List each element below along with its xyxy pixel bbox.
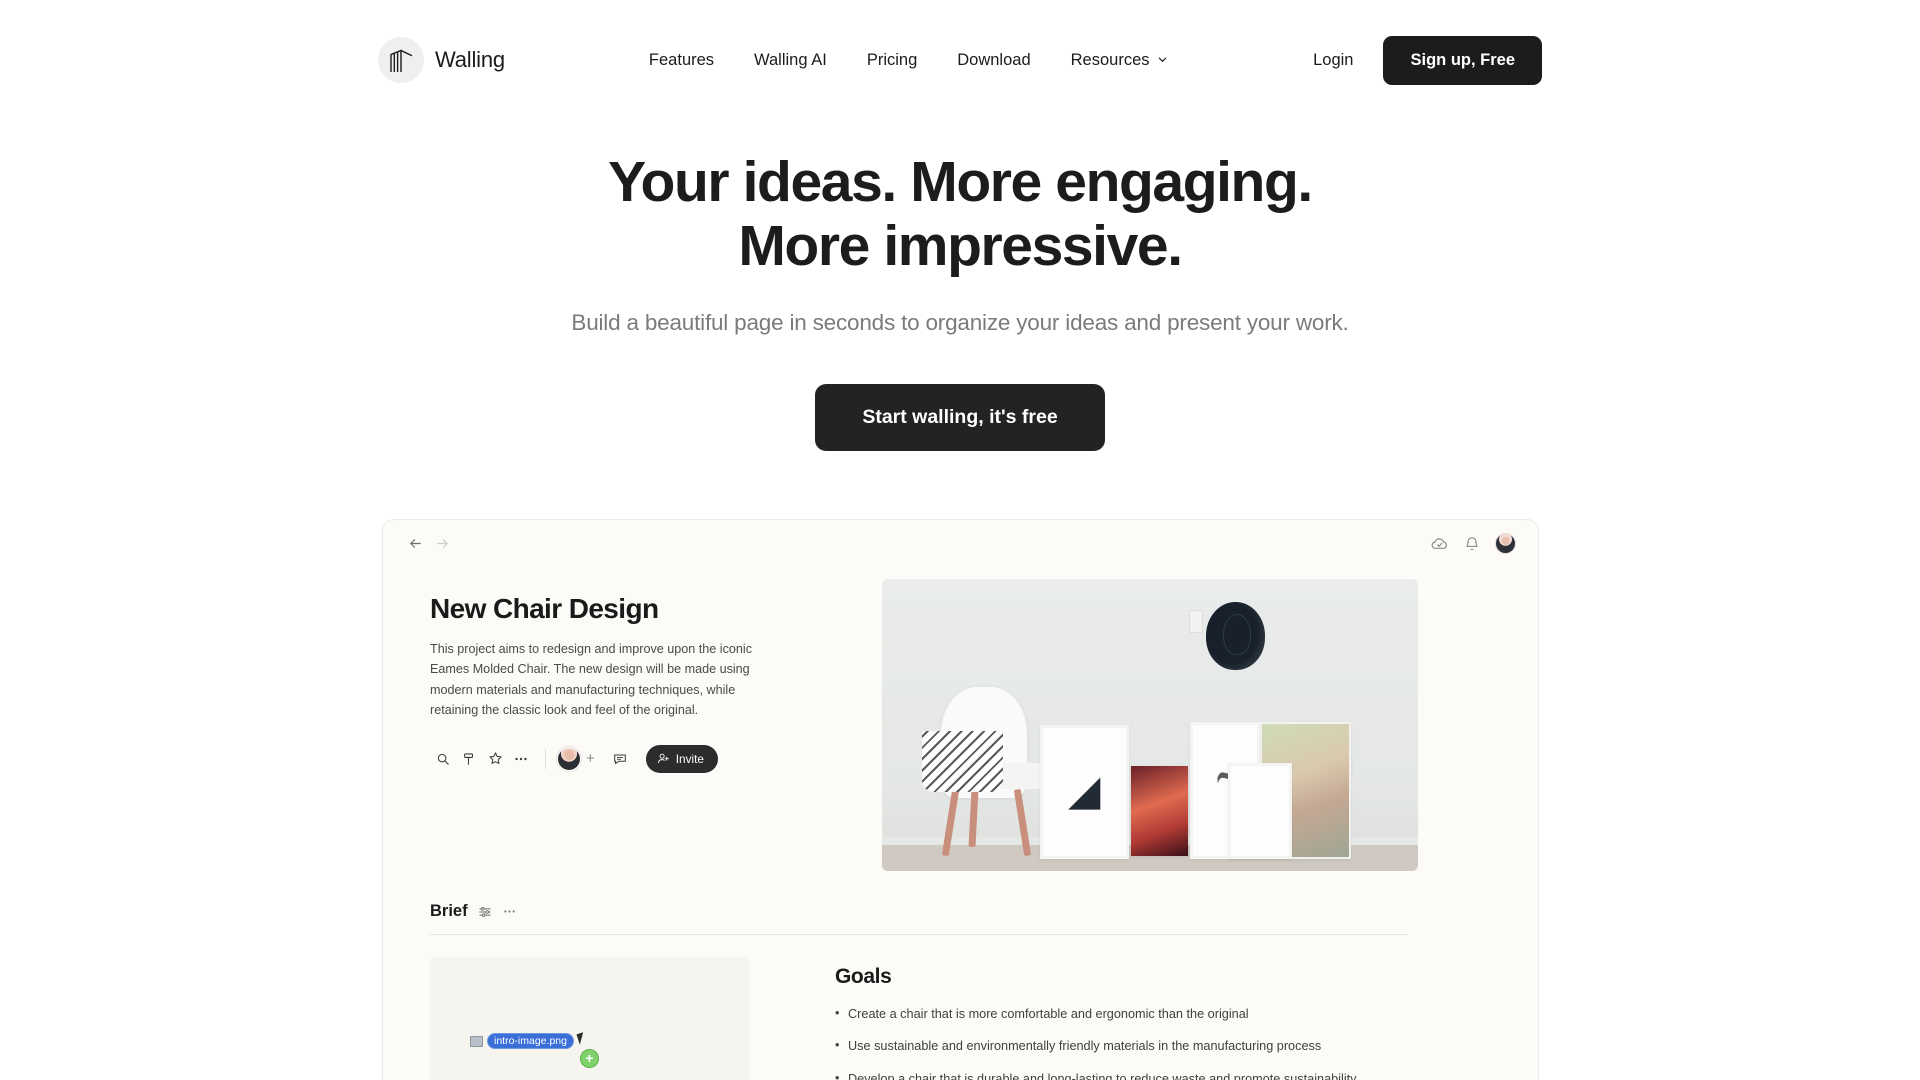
star-icon[interactable] [482, 746, 508, 772]
arrow-right-icon[interactable] [435, 536, 450, 551]
invite-button[interactable]: Invite [645, 744, 718, 773]
comment-bubble-icon[interactable] [607, 746, 633, 772]
chevron-down-icon [1157, 54, 1168, 65]
sliders-icon[interactable] [478, 905, 492, 919]
image-drop-zone[interactable]: intro-image.png + [430, 957, 750, 1080]
project-toolbar: + Invite [430, 744, 802, 773]
start-walling-button[interactable]: Start walling, it's free [815, 383, 1105, 451]
nav-actions: Login Sign up, Free [1291, 35, 1542, 85]
nav-links: Features Walling AI Pricing Download Res… [629, 41, 1188, 80]
cursor-arrow-icon [576, 1032, 587, 1045]
brief-section: Brief [430, 902, 1491, 935]
goals-block: Goals Create a chair that is more comfor… [835, 957, 1375, 1080]
app-preview-card: New Chair Design This project aims to re… [382, 519, 1539, 1080]
nav-item-pricing[interactable]: Pricing [847, 41, 937, 80]
list-item: Use sustainable and environmentally frie… [835, 1036, 1375, 1055]
page-title: Your ideas. More engaging. More impressi… [0, 150, 1920, 279]
add-collaborator-button[interactable]: + [586, 750, 595, 767]
arrow-left-icon[interactable] [408, 536, 423, 551]
headline-line-2: More impressive. [738, 214, 1183, 279]
nav-item-label: Download [957, 50, 1031, 69]
dragged-file-name: intro-image.png [487, 1033, 574, 1049]
nav-item-label: Resources [1070, 50, 1150, 69]
nav-item-download[interactable]: Download [937, 41, 1050, 80]
brief-content-row: intro-image.png + Goals Create a chair t… [430, 957, 1491, 1080]
app-topbar [383, 520, 1538, 567]
toolbar-divider [545, 748, 546, 769]
cta-wrapper: Start walling, it's free [0, 383, 1920, 451]
nav-item-resources[interactable]: Resources [1051, 41, 1188, 80]
login-link[interactable]: Login [1291, 41, 1375, 80]
brand-name: Walling [435, 47, 505, 72]
file-image-icon [470, 1035, 483, 1047]
nav-item-label: Walling AI [754, 50, 827, 69]
goals-list: Create a chair that is more comfortable … [835, 1004, 1375, 1080]
search-icon[interactable] [430, 746, 456, 772]
cloud-sync-icon[interactable] [1430, 534, 1449, 553]
app-history-nav [408, 536, 450, 551]
dragged-file-chip: intro-image.png [470, 1033, 574, 1049]
list-item: Develop a chair that is durable and long… [835, 1069, 1375, 1080]
paint-format-icon[interactable] [456, 746, 482, 772]
hero-subheadline: Build a beautiful page in seconds to org… [571, 309, 1349, 335]
collaborators: + [557, 746, 595, 771]
walling-building-logo-icon [378, 37, 424, 83]
nav-item-label: Pricing [866, 50, 918, 69]
list-item: Create a chair that is more comfortable … [835, 1004, 1375, 1023]
hero-section: Your ideas. More engaging. More impressi… [0, 150, 1920, 451]
app-body: New Chair Design This project aims to re… [383, 567, 1538, 1080]
nav-item-walling-ai[interactable]: Walling AI [734, 41, 847, 80]
user-plus-icon [657, 752, 670, 765]
collaborator-avatar[interactable] [557, 746, 581, 771]
bell-notification-icon[interactable] [1463, 535, 1481, 553]
project-info: New Chair Design This project aims to re… [430, 567, 802, 871]
signup-button[interactable]: Sign up, Free [1383, 35, 1542, 85]
more-horizontal-icon[interactable] [502, 904, 517, 919]
project-description: This project aims to redesign and improv… [430, 642, 753, 718]
brief-section-header: Brief [430, 902, 1491, 921]
user-avatar[interactable] [1495, 533, 1516, 554]
nav-item-features[interactable]: Features [629, 41, 734, 80]
top-navigation: Walling Features Walling AI Pricing Down… [0, 0, 1920, 112]
goals-title: Goals [835, 965, 892, 988]
more-horizontal-icon[interactable] [508, 746, 534, 772]
headline-line-1: Your ideas. More engaging. [608, 150, 1313, 214]
app-topbar-actions [1430, 533, 1516, 554]
drop-add-badge: + [580, 1049, 599, 1068]
brand-logo-link[interactable]: Walling [378, 37, 505, 83]
nav-item-label: Features [648, 50, 715, 69]
project-header-row: New Chair Design This project aims to re… [430, 567, 1491, 871]
brief-section-title: Brief [430, 902, 468, 920]
section-divider [430, 934, 1408, 935]
landing-page: Walling Features Walling AI Pricing Down… [0, 0, 1920, 1080]
invite-button-label: Invite [675, 751, 704, 766]
project-cover-image [882, 579, 1418, 871]
project-title: New Chair Design [430, 593, 659, 624]
